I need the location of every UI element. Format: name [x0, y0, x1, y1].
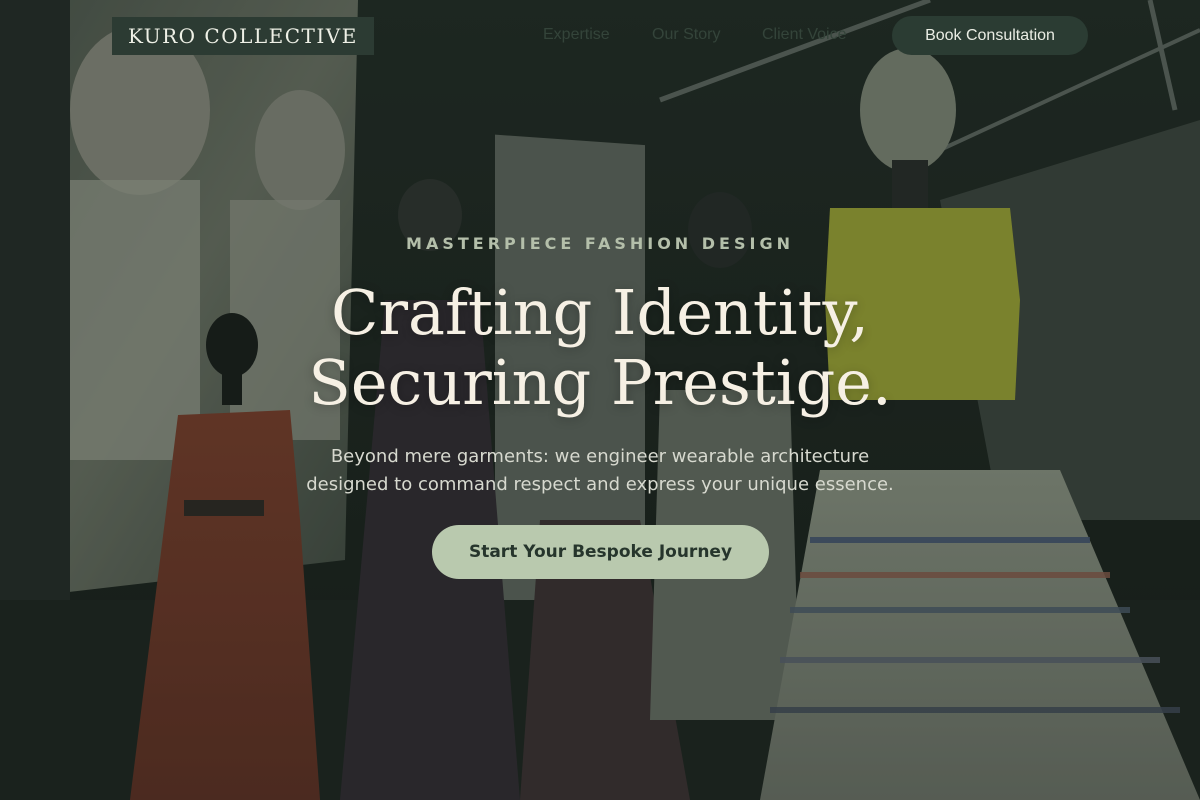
nav-link-expertise[interactable]: Expertise	[543, 26, 610, 44]
top-navigation: KURO COLLECTIVE Expertise Our Story Clie…	[0, 0, 1200, 72]
hero-eyebrow: MASTERPIECE FASHION DESIGN	[406, 234, 794, 253]
nav-link-our-story[interactable]: Our Story	[652, 26, 720, 44]
nav-link-client-voice[interactable]: Client Voice	[762, 26, 847, 44]
hero-headline: Crafting Identity, Securing Prestige.	[0, 278, 1200, 418]
headline-line-2: Securing Prestige.	[308, 346, 892, 419]
subtext-line-2: designed to command respect and express …	[306, 474, 894, 495]
subtext-line-1: Beyond mere garments: we engineer wearab…	[330, 446, 870, 467]
book-consultation-button[interactable]: Book Consultation	[892, 16, 1088, 55]
headline-line-1: Crafting Identity,	[330, 276, 870, 349]
start-bespoke-journey-button[interactable]: Start Your Bespoke Journey	[432, 525, 769, 579]
brand-logo[interactable]: KURO COLLECTIVE	[112, 17, 374, 55]
hero-section: KURO COLLECTIVE Expertise Our Story Clie…	[0, 0, 1200, 800]
hero-subtext: Beyond mere garments: we engineer wearab…	[0, 443, 1200, 499]
